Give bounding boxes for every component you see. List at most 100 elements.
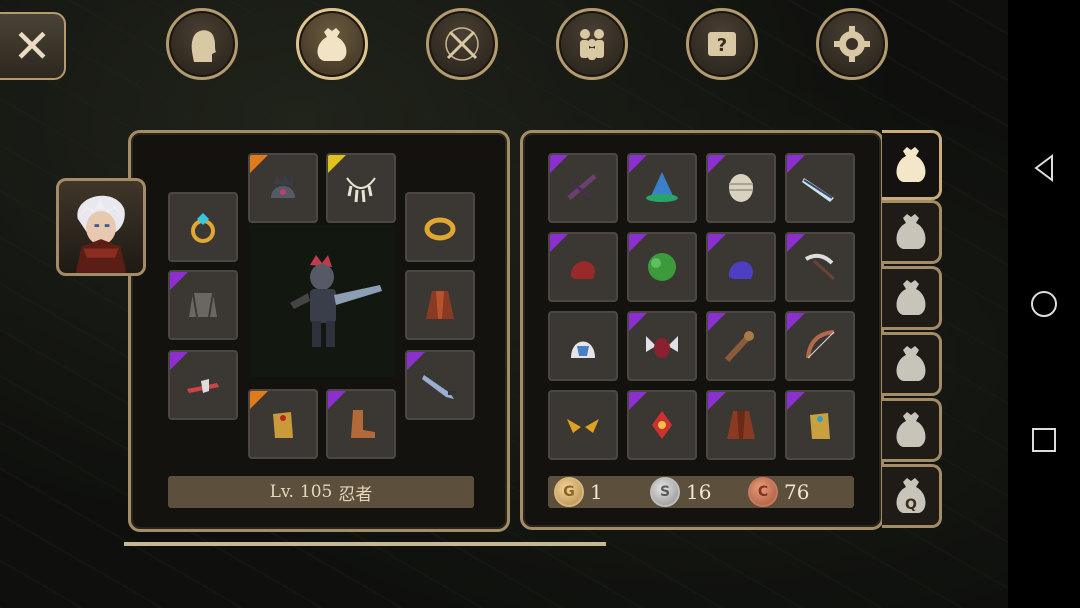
red-cloak-icon xyxy=(426,291,454,319)
inventory-slot[interactable] xyxy=(548,390,618,460)
winged-helm-icon xyxy=(646,336,678,358)
inventory-slot[interactable] xyxy=(785,311,855,381)
gear-icon xyxy=(834,26,870,62)
equip-slot-helmet[interactable] xyxy=(248,153,318,223)
bag-tab-2[interactable] xyxy=(882,200,942,264)
white-helm-icon xyxy=(571,341,595,358)
rarity-corner xyxy=(629,155,647,173)
gold-coin-icon: G xyxy=(554,477,584,507)
tab-social[interactable] xyxy=(556,8,628,80)
bag-icon xyxy=(896,346,925,381)
bag-tab-5[interactable] xyxy=(882,398,942,462)
equip-slot-cloak[interactable] xyxy=(405,270,475,340)
home-button[interactable] xyxy=(1028,288,1060,320)
tab-quest[interactable]: ? xyxy=(686,8,758,80)
rarity-corner xyxy=(328,155,346,173)
rarity-corner xyxy=(708,234,726,252)
tab-inventory[interactable] xyxy=(296,8,368,80)
bag-tab-6[interactable]: Q xyxy=(882,464,942,528)
recents-button[interactable] xyxy=(1028,424,1060,456)
inventory-slot[interactable] xyxy=(706,232,776,302)
purple-hood-icon xyxy=(728,261,753,279)
inventory-slot[interactable] xyxy=(627,232,697,302)
copper-amount: 76 xyxy=(784,480,810,504)
inventory-slot[interactable] xyxy=(627,311,697,381)
rarity-corner xyxy=(787,234,805,252)
spiked-club-icon xyxy=(724,331,754,363)
hero-portrait-icon xyxy=(75,195,127,273)
currency-bar: G 1 S 16 C 76 xyxy=(548,476,854,508)
bag-icon xyxy=(896,412,925,447)
inventory-slot[interactable] xyxy=(548,232,618,302)
inventory-slot[interactable] xyxy=(785,153,855,223)
bone-bow-icon xyxy=(806,330,835,359)
silver-coin-icon: S xyxy=(650,477,680,507)
gauntlet-icon xyxy=(273,412,293,438)
rarity-corner xyxy=(787,155,805,173)
bag-tab-1[interactable] xyxy=(882,130,942,200)
gem-ring-icon xyxy=(191,213,215,243)
close-button[interactable]: ✕ xyxy=(0,12,66,80)
character-portrait[interactable] xyxy=(56,178,146,276)
inventory-slot[interactable] xyxy=(785,390,855,460)
bag-icon xyxy=(317,28,347,61)
equip-slot-ring-right[interactable] xyxy=(405,192,475,262)
claw-necklace-icon xyxy=(346,177,376,203)
equip-slot-weapon-left[interactable] xyxy=(168,350,238,420)
bandage-helm-icon xyxy=(729,174,753,202)
head-icon xyxy=(191,30,216,62)
rarity-corner xyxy=(407,352,425,370)
chain-armor-icon xyxy=(189,292,217,318)
rarity-corner xyxy=(708,313,726,331)
equip-slot-necklace[interactable] xyxy=(326,153,396,223)
bag-tab-3[interactable] xyxy=(882,266,942,330)
triangle-back-icon xyxy=(1034,154,1053,182)
bag-tab-4[interactable] xyxy=(882,332,942,396)
dark-crossbow-icon xyxy=(567,174,597,200)
spiked-helmet-icon xyxy=(271,174,295,198)
golden-wings-icon xyxy=(567,419,599,433)
tab-character[interactable] xyxy=(166,8,238,80)
rarity-corner xyxy=(250,155,268,173)
greatsword-icon xyxy=(422,375,456,399)
inventory-slot[interactable] xyxy=(785,232,855,302)
gold-ring-icon xyxy=(424,217,456,241)
equip-slot-gloves[interactable] xyxy=(248,389,318,459)
inventory-slot[interactable] xyxy=(548,153,618,223)
tab-skills[interactable] xyxy=(426,8,498,80)
class-name: 忍者 xyxy=(338,484,373,505)
tab-settings[interactable] xyxy=(816,8,888,80)
copper-currency: C 76 xyxy=(748,477,809,507)
inventory-slot[interactable] xyxy=(627,390,697,460)
green-bush-icon xyxy=(648,253,676,281)
level-prefix: Lv. xyxy=(269,482,294,502)
gold-amount: 1 xyxy=(590,480,603,504)
inventory-slot[interactable] xyxy=(706,153,776,223)
circle-home-icon xyxy=(1031,291,1057,317)
progress-line xyxy=(124,542,606,546)
rarity-corner xyxy=(787,313,805,331)
ninja-character-icon xyxy=(290,255,382,347)
copper-coin-icon: C xyxy=(748,477,778,507)
red-hood-icon xyxy=(570,261,595,279)
level-class-label: Lv. 105 忍者 xyxy=(168,476,474,508)
blue-wizard-hat-icon xyxy=(646,172,678,202)
boots-icon xyxy=(351,410,375,438)
silver-currency: S 16 xyxy=(650,477,711,507)
rarity-corner xyxy=(170,352,188,370)
equip-slot-armor[interactable] xyxy=(168,270,238,340)
equip-slot-weapon-right[interactable] xyxy=(405,350,475,420)
equip-slot-ring-left[interactable] xyxy=(168,192,238,262)
back-button[interactable] xyxy=(1028,152,1060,184)
inventory-slot[interactable] xyxy=(706,390,776,460)
gold-currency: G 1 xyxy=(554,477,603,507)
bag-icon xyxy=(896,214,925,249)
inventory-slot[interactable] xyxy=(548,311,618,381)
rarity-corner xyxy=(550,234,568,252)
close-icon: ✕ xyxy=(12,19,52,73)
equip-slot-boots[interactable] xyxy=(326,389,396,459)
inventory-slot[interactable] xyxy=(706,311,776,381)
ice-sword-icon xyxy=(802,178,834,202)
inventory-slot[interactable] xyxy=(627,153,697,223)
rarity-corner xyxy=(550,155,568,173)
